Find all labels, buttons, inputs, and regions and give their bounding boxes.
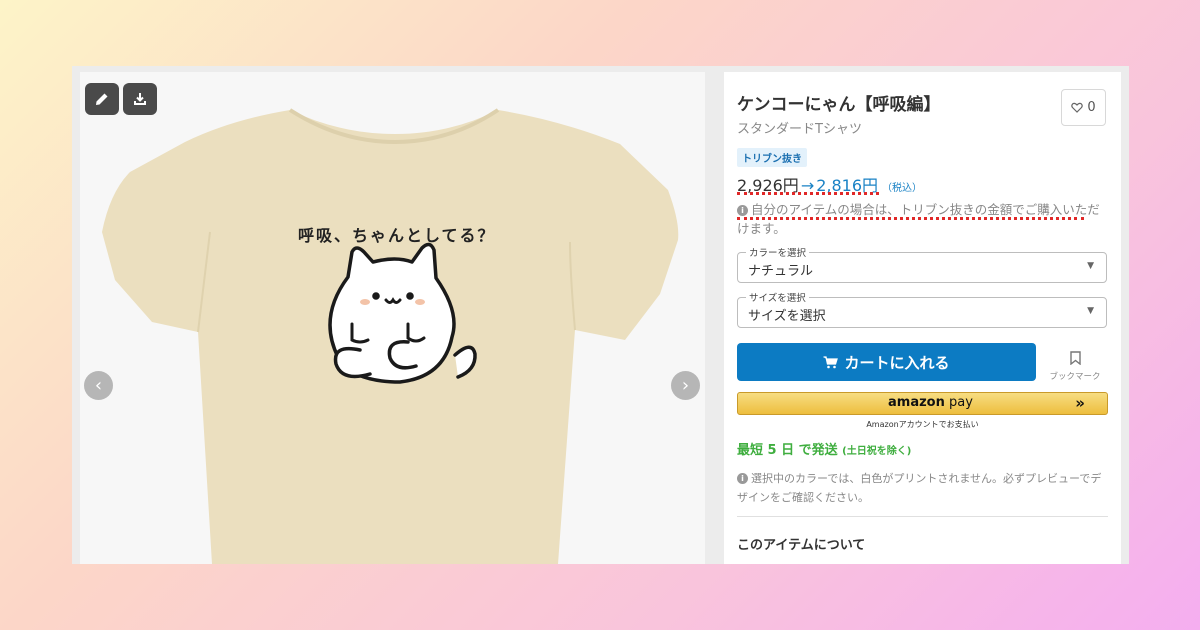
shipping-sub: (土日祝を除く) <box>842 446 912 457</box>
product-image-panel: 呼吸、ちゃんとしてる？ ‹ › <box>80 72 705 564</box>
prev-image-button[interactable]: ‹ <box>84 371 113 400</box>
pay-logo-text: pay <box>948 395 973 410</box>
about-item-heading[interactable]: このアイテムについて <box>737 534 865 553</box>
print-color-note: i 選択中のカラーでは、白色がプリントされません。必ずプレビューでデザインをご確認… <box>737 469 1107 507</box>
amazon-pay-button[interactable]: amazon pay » <box>737 392 1108 415</box>
cart-icon <box>823 355 839 368</box>
amazon-logo-text: amazon <box>888 395 945 410</box>
heart-icon <box>1071 102 1084 113</box>
double-chevron-right-icon: » <box>1075 394 1085 412</box>
note-annotation-underline <box>737 217 1084 220</box>
color-select-value: ナチュラル <box>748 264 814 279</box>
favorite-count: 0 <box>1087 100 1096 115</box>
pencil-icon <box>96 93 108 105</box>
edit-button[interactable] <box>85 83 119 115</box>
size-select[interactable]: サイズを選択 サイズを選択 ▼ <box>737 290 1107 328</box>
caret-down-icon: ▼ <box>1087 261 1094 271</box>
bookmark-icon <box>1069 351 1081 366</box>
bookmark-label: ブックマーク <box>1049 372 1101 382</box>
amazon-pay-logo: amazon pay <box>888 395 973 410</box>
info-icon: i <box>737 473 748 484</box>
print-color-note-text: 選択中のカラーでは、白色がプリントされません。必ずプレビューでデザインをご確認く… <box>737 472 1102 504</box>
product-title: ケンコーにゃん【呼吸編】 <box>737 95 941 115</box>
shipping-estimate: 最短 5 日 で発送 (土日祝を除く) <box>737 439 911 458</box>
product-info-panel: ケンコーにゃん【呼吸編】 スタンダードTシャツ 0 トリブン抜き 2,926円 →… <box>724 72 1121 564</box>
price-tax-label: （税込） <box>882 183 923 194</box>
section-divider <box>737 516 1108 517</box>
chevron-left-icon: ‹ <box>94 375 103 396</box>
bookmark-button[interactable]: ブックマーク <box>1044 350 1106 382</box>
tshirt-image <box>102 108 679 564</box>
size-select-value: サイズを選択 <box>748 309 826 324</box>
shipping-main: 最短 5 日 で発送 <box>737 443 838 458</box>
add-to-cart-button[interactable]: カートに入れる <box>737 343 1036 381</box>
next-image-button[interactable]: › <box>671 371 700 400</box>
color-select-legend: カラーを選択 <box>746 245 810 259</box>
info-icon: i <box>737 205 748 216</box>
shirt-print-text: 呼吸、ちゃんとしてる？ <box>298 226 496 245</box>
size-select-legend: サイズを選択 <box>746 290 809 304</box>
download-button[interactable] <box>123 83 157 115</box>
add-to-cart-label: カートに入れる <box>844 353 950 372</box>
color-select[interactable]: カラーを選択 ナチュラル ▼ <box>737 245 1107 283</box>
product-page-frame: 呼吸、ちゃんとしてる？ ‹ › ケンコーにゃん【呼吸編】 スタンダードTシャツ … <box>72 66 1129 564</box>
tribun-badge: トリブン抜き <box>737 148 807 167</box>
product-subtitle: スタンダードTシャツ <box>737 122 862 137</box>
amazon-pay-caption: Amazonアカウントでお支払い <box>866 420 979 429</box>
favorite-button[interactable]: 0 <box>1061 89 1106 126</box>
chevron-right-icon: › <box>681 375 690 396</box>
price-annotation-underline <box>737 192 879 195</box>
download-icon <box>134 93 146 105</box>
caret-down-icon: ▼ <box>1087 306 1094 316</box>
